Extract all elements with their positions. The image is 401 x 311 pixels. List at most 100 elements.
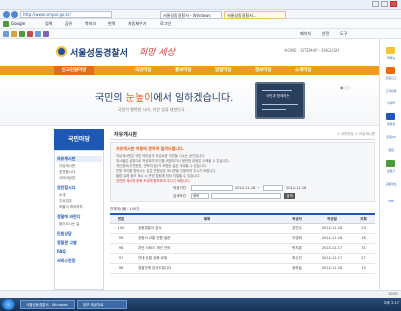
quick-menu-item[interactable]: 알림 — [381, 148, 401, 152]
favorite-icon[interactable] — [43, 31, 49, 37]
quick-menu-item[interactable]: 고객만족 — [381, 89, 401, 93]
taskbar-app[interactable]: 정보 제공자료 — [77, 300, 127, 309]
row-number: 100 — [117, 226, 125, 230]
favorite-icon[interactable] — [35, 31, 41, 37]
gnb-item[interactable]: 국민마당 — [135, 66, 152, 75]
report-icon[interactable] — [386, 67, 395, 74]
browser-tab[interactable]: 서울성동경찰서 - Windows — [160, 11, 222, 19]
lnb-item[interactable]: 경찰관 고발 — [57, 240, 77, 246]
lnb-sub-item[interactable]: 칭찬합시다 — [59, 170, 75, 175]
quick-menu-item[interactable]: 퀵메뉴 — [381, 56, 401, 60]
gnb-item[interactable]: 소개마당 — [295, 66, 312, 75]
toolbar-search-label[interactable]: Google — [11, 20, 25, 28]
minimize-icon[interactable] — [372, 1, 379, 7]
table-row[interactable]: 100 성동경찰서 감사 김민수 2014-11-18 23 — [110, 224, 375, 234]
hero-title-accent: 눈높이 — [125, 93, 154, 104]
back-icon[interactable] — [3, 11, 10, 18]
lnb-title: 국민마당 — [54, 129, 104, 150]
quick-menu-icon[interactable] — [386, 47, 395, 54]
lnb-item[interactable]: FAQ — [57, 249, 66, 254]
district-icon[interactable] — [386, 160, 395, 167]
breadcrumb: > 국민마당 > 자유게시판 — [336, 132, 375, 136]
lnb-sub-item[interactable]: 사이버상담 — [59, 176, 75, 181]
row-author: 최수진 — [292, 256, 302, 260]
row-date: 2014-11-18 — [321, 226, 343, 230]
utility-links[interactable]: HOME · SITEMAP · ENGLISH — [284, 48, 339, 53]
date-to-input[interactable] — [263, 185, 283, 191]
safety-menu[interactable]: 안전 — [322, 30, 329, 38]
scroll-top-button[interactable]: TOP — [381, 199, 401, 203]
table-row[interactable]: 98 치안 서비스 개선 건의 박지훈 2014-11-17 31 — [110, 244, 375, 254]
search-field-select[interactable]: 제목 — [191, 193, 209, 199]
toolbar-item[interactable]: 북마크 — [85, 20, 96, 28]
toolbar-item[interactable]: 검색 — [45, 20, 52, 28]
search-input[interactable] — [211, 193, 281, 199]
tools-menu[interactable]: 도구 — [340, 30, 347, 38]
police-icon[interactable] — [386, 113, 395, 120]
table-row[interactable]: 99 성동서 교통 민원 질문 이영희 2014-11-18 18 — [110, 234, 375, 244]
banner-pager[interactable]: ●○○ — [340, 85, 350, 90]
quick-menu-item[interactable]: 성동구 — [381, 169, 401, 173]
favorite-icon[interactable] — [27, 31, 33, 37]
row-title[interactable]: 성동경찰서 감사 — [138, 224, 278, 233]
lnb-sub-item[interactable]: 찾아오시는 길 — [59, 222, 79, 227]
quick-menu-item[interactable]: 민원신고 — [381, 76, 401, 80]
page-menu[interactable]: 페이지 — [300, 30, 311, 38]
hero-title-post: 에서 일하겠습니다. — [153, 93, 234, 104]
taskbar-app[interactable]: 서울성동경찰서 - Windows — [20, 300, 75, 309]
lnb-sub-item[interactable]: 소개 — [59, 193, 65, 198]
system-clock: 오후 2:17 — [383, 301, 399, 305]
row-author: 김민수 — [292, 226, 302, 230]
gnb-item[interactable]: 알림마당 — [215, 66, 232, 75]
toolbar-item[interactable]: 로그인 — [160, 20, 171, 28]
row-title[interactable]: 경찰관께 감사드립니다 — [138, 264, 278, 273]
row-date: 2014-11-17 — [321, 246, 343, 250]
gnb-home[interactable]: 신고민원마당 — [54, 66, 94, 75]
lnb-item[interactable]: 민원상담 — [57, 231, 72, 237]
favorite-icon[interactable] — [3, 31, 9, 37]
lnb-sub-item[interactable]: 자유게시판 — [59, 164, 75, 169]
table-row[interactable]: 96 경찰관께 감사드립니다 정하늘 2014-11-16 19 — [110, 264, 375, 274]
toolbar-item[interactable]: 번역 — [108, 20, 115, 28]
quick-menu-item[interactable]: 민원24 — [381, 135, 401, 139]
row-title[interactable]: 성동서 교통 민원 질문 — [138, 234, 278, 243]
browser-tab-active[interactable]: 서울성동경찰서... — [224, 11, 286, 19]
column-header: 조회 — [360, 217, 367, 221]
row-title[interactable]: 치안 서비스 개선 건의 — [138, 244, 278, 253]
lnb-item[interactable]: 서비스헌장 — [57, 258, 75, 264]
lnb-item[interactable]: 경찰에 바란다 — [57, 214, 80, 220]
board-notice: 자유게시판 이용에 관하여 알려드립니다. 자유게시판은 국민 여러분의 자유로… — [110, 142, 375, 202]
column-header: 제목 — [203, 217, 211, 221]
quick-menu-item[interactable]: 사이버 — [381, 101, 401, 105]
toolbar-item[interactable]: 공유 — [65, 20, 72, 28]
row-views: 31 — [361, 246, 366, 250]
row-title[interactable]: 관내 순찰 강화 요청 — [138, 254, 278, 263]
favorite-icon[interactable] — [11, 31, 17, 37]
close-icon[interactable] — [390, 1, 397, 7]
hero-banner: 국민의 눈높이에서 일하겠습니다. 국민이 행복한 나라, 치안 일류 대한민국… — [0, 75, 379, 126]
quick-menu-item[interactable]: 경찰청 — [381, 122, 401, 126]
table-row[interactable]: 97 관내 순찰 강화 요청 최수진 2014-11-17 27 — [110, 254, 375, 264]
forward-icon[interactable] — [11, 11, 18, 18]
row-views: 27 — [361, 256, 366, 260]
quick-menu-sidebar: 퀵메뉴 민원신고 고객만족 사이버 경찰청 민원24 알림 성동구 교통정보 T… — [379, 39, 401, 290]
start-button-icon[interactable] — [2, 299, 15, 310]
maximize-icon[interactable] — [381, 1, 388, 7]
windows-taskbar: 서울성동경찰서 - Windows 정보 제공자료 오후 2:17 — [0, 298, 401, 311]
lnb-item-active[interactable]: 자유게시판 — [56, 156, 102, 162]
gnb-item[interactable]: 홍보마당 — [175, 66, 192, 75]
lnb-sub-item[interactable]: 주요업무 — [59, 199, 72, 204]
lnb-item[interactable]: 칭찬합시다 — [57, 185, 75, 191]
date-from-input[interactable] — [191, 185, 233, 191]
notice-warning: 건전한 게시판 문화 조성에 협조하여 주시기 바랍니다. — [116, 179, 191, 183]
site-header: 서울성동경찰서 희망 세상 HOME · SITEMAP · ENGLISH — [0, 39, 379, 66]
search-button[interactable]: 검색 — [284, 193, 295, 199]
quick-menu-item[interactable]: 교통정보 — [381, 182, 401, 186]
gnb-item[interactable]: 정보마당 — [255, 66, 272, 75]
toolbar-item[interactable]: 자동채우기 — [128, 20, 146, 28]
lnb-sub-item[interactable]: 포돌이 캐리커처 — [59, 205, 83, 210]
column-header: 작성일 — [327, 217, 337, 221]
address-bar[interactable]: http://www.smpol.go.kr/ — [20, 11, 112, 18]
favorite-icon[interactable] — [19, 31, 25, 37]
zoom-level[interactable]: 100% — [388, 292, 398, 296]
